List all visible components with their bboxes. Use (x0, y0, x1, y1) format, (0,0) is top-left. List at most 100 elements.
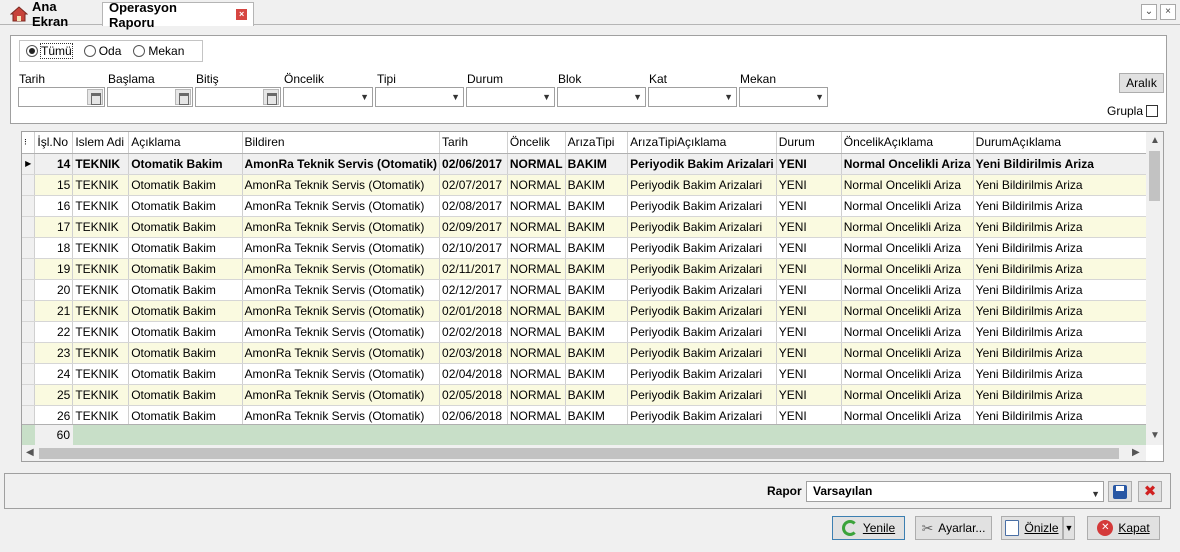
calendar-icon[interactable] (87, 89, 103, 105)
tab-close-icon[interactable]: × (236, 9, 247, 20)
mekan-select[interactable]: ▼ (739, 87, 828, 107)
table-cell: 02/10/2017 (439, 237, 508, 259)
column-header[interactable]: ÖncelikAçıklama (841, 132, 974, 154)
column-header[interactable]: Açıklama (128, 132, 243, 154)
table-cell: Yeni Bildirilmis Ariza (973, 279, 1163, 301)
row-indicator[interactable] (22, 174, 36, 196)
radio-button-icon[interactable] (83, 45, 96, 57)
table-cell: Periyodik Bakim Arizalari (627, 195, 777, 217)
row-indicator[interactable] (22, 237, 36, 259)
radio-mekan[interactable]: Mekan (133, 44, 184, 58)
tab-operasyon-raporu[interactable]: Operasyon Raporu × (102, 0, 254, 30)
table-row[interactable]: 15 TEKNIK Otomatik Bakim AmonRa Teknik Serv… (22, 174, 1163, 196)
chevron-down-icon: ▼ (724, 92, 733, 102)
aralik-button[interactable]: Aralık (1119, 73, 1164, 93)
row-indicator[interactable] (22, 258, 36, 280)
delete-report-button[interactable]: ✖ (1138, 481, 1162, 502)
row-indicator[interactable] (22, 216, 36, 238)
column-header[interactable]: Durum (776, 132, 842, 154)
row-indicator[interactable] (22, 363, 36, 385)
row-indicator[interactable] (22, 321, 36, 343)
table-row[interactable]: 21 TEKNIK Otomatik Bakim AmonRa Teknik Serv… (22, 300, 1163, 322)
grupla-checkbox[interactable] (1146, 105, 1159, 117)
table-cell: 15 (34, 174, 74, 196)
rapor-select[interactable]: Varsayılan ▼ (806, 481, 1104, 502)
table-cell: BAKIM (565, 174, 629, 196)
table-row[interactable]: 25 TEKNIK Otomatik Bakim AmonRa Teknik Serv… (22, 384, 1163, 406)
row-indicator[interactable] (22, 405, 36, 427)
row-indicator[interactable] (22, 279, 36, 301)
radio-tumu[interactable]: Tümü (26, 43, 73, 59)
scroll-thumb[interactable] (39, 448, 1119, 459)
calendar-icon[interactable] (263, 89, 279, 105)
window-close-icon[interactable]: × (1160, 4, 1176, 20)
kapat-button[interactable]: ✕ Kapat (1087, 516, 1160, 540)
save-report-button[interactable] (1108, 481, 1132, 502)
table-row[interactable]: 17 TEKNIK Otomatik Bakim AmonRa Teknik Serv… (22, 216, 1163, 238)
column-header[interactable]: ArızaTipiAçıklama (627, 132, 777, 154)
grupla-toggle[interactable]: Grupla (1107, 104, 1159, 118)
column-header[interactable]: Islem Adi (72, 132, 130, 154)
baslama-date-input[interactable] (107, 87, 193, 107)
table-cell: TEKNIK (72, 279, 130, 301)
vertical-scrollbar[interactable]: ▲ ▼ (1146, 132, 1163, 445)
tarih-date-input[interactable] (18, 87, 105, 107)
preview-icon (1005, 520, 1020, 536)
table-row[interactable]: 16 TEKNIK Otomatik Bakim AmonRa Teknik Serv… (22, 195, 1163, 217)
oncelik-label: Öncelik (284, 72, 325, 86)
table-cell: YENI (776, 153, 842, 175)
table-row[interactable]: 18 TEKNIK Otomatik Bakim AmonRa Teknik Serv… (22, 237, 1163, 259)
durum-select[interactable]: ▼ (466, 87, 555, 107)
scroll-up-icon[interactable]: ▲ (1150, 135, 1160, 146)
column-header[interactable]: DurumAçıklama (973, 132, 1163, 154)
table-cell: AmonRa Teknik Servis (Otomatik) (242, 384, 441, 406)
table-row[interactable]: 26 TEKNIK Otomatik Bakim AmonRa Teknik Serv… (22, 405, 1163, 427)
blok-select[interactable]: ▼ (557, 87, 646, 107)
table-row[interactable]: 23 TEKNIK Otomatik Bakim AmonRa Teknik Serv… (22, 342, 1163, 364)
table-row[interactable]: 24 TEKNIK Otomatik Bakim AmonRa Teknik Serv… (22, 363, 1163, 385)
table-cell: Normal Oncelikli Ariza (841, 300, 974, 322)
scroll-down-icon[interactable]: ▼ (1150, 430, 1160, 441)
tab-ana-ekran[interactable]: Ana Ekran (4, 0, 102, 29)
column-header[interactable]: Bildiren (242, 132, 441, 154)
button-label: Yenile (862, 521, 896, 535)
row-indicator-header[interactable]: ⁝ (22, 132, 36, 154)
row-indicator[interactable] (22, 195, 36, 217)
table-row[interactable]: 20 TEKNIK Otomatik Bakim AmonRa Teknik Serv… (22, 279, 1163, 301)
row-indicator[interactable] (22, 342, 36, 364)
radio-button-icon[interactable] (26, 45, 38, 57)
table-cell: NORMAL (507, 405, 566, 427)
calendar-icon[interactable] (175, 89, 191, 105)
scroll-right-icon[interactable]: ▶ (1132, 447, 1140, 458)
tipi-select[interactable]: ▼ (375, 87, 464, 107)
oncelik-select[interactable]: ▼ (283, 87, 373, 107)
bitis-date-input[interactable] (195, 87, 281, 107)
ayarlar-button[interactable]: ✂ Ayarlar... (915, 516, 992, 540)
row-indicator[interactable] (22, 384, 36, 406)
yenile-button[interactable]: Yenile (832, 516, 905, 540)
table-cell: TEKNIK (72, 216, 130, 238)
column-header[interactable]: İşl.No (34, 132, 74, 154)
table-row[interactable]: 19 TEKNIK Otomatik Bakim AmonRa Teknik Serv… (22, 258, 1163, 280)
kat-select[interactable]: ▼ (648, 87, 737, 107)
scroll-left-icon[interactable]: ◀ (26, 447, 34, 458)
table-row[interactable]: ▶ 14 TEKNIK Otomatik Bakim AmonRa Teknik Ser… (22, 153, 1163, 175)
window-menu-chevron-icon[interactable]: ⌄ (1141, 4, 1157, 20)
radio-oda[interactable]: Oda (83, 44, 121, 58)
column-header[interactable]: Tarih (439, 132, 508, 154)
table-cell: Otomatik Bakim (128, 342, 243, 364)
table-row[interactable]: 22 TEKNIK Otomatik Bakim AmonRa Teknik Serv… (22, 321, 1163, 343)
onizle-button[interactable]: Önizle (1001, 516, 1063, 540)
scroll-thumb[interactable] (1149, 151, 1160, 201)
onizle-dropdown-button[interactable]: ▼ (1063, 516, 1075, 540)
column-header[interactable]: ArızaTipi (565, 132, 629, 154)
table-cell: BAKIM (565, 405, 629, 427)
horizontal-scrollbar[interactable]: ◀ ▶ (22, 445, 1146, 461)
grupla-label: Grupla (1107, 104, 1144, 118)
column-header[interactable]: Öncelik (507, 132, 566, 154)
radio-button-icon[interactable] (133, 45, 146, 57)
row-indicator[interactable]: ▶ (22, 153, 36, 175)
row-indicator[interactable] (22, 300, 36, 322)
table-cell: Otomatik Bakim (128, 300, 243, 322)
table-cell: AmonRa Teknik Servis (Otomatik) (242, 300, 441, 322)
